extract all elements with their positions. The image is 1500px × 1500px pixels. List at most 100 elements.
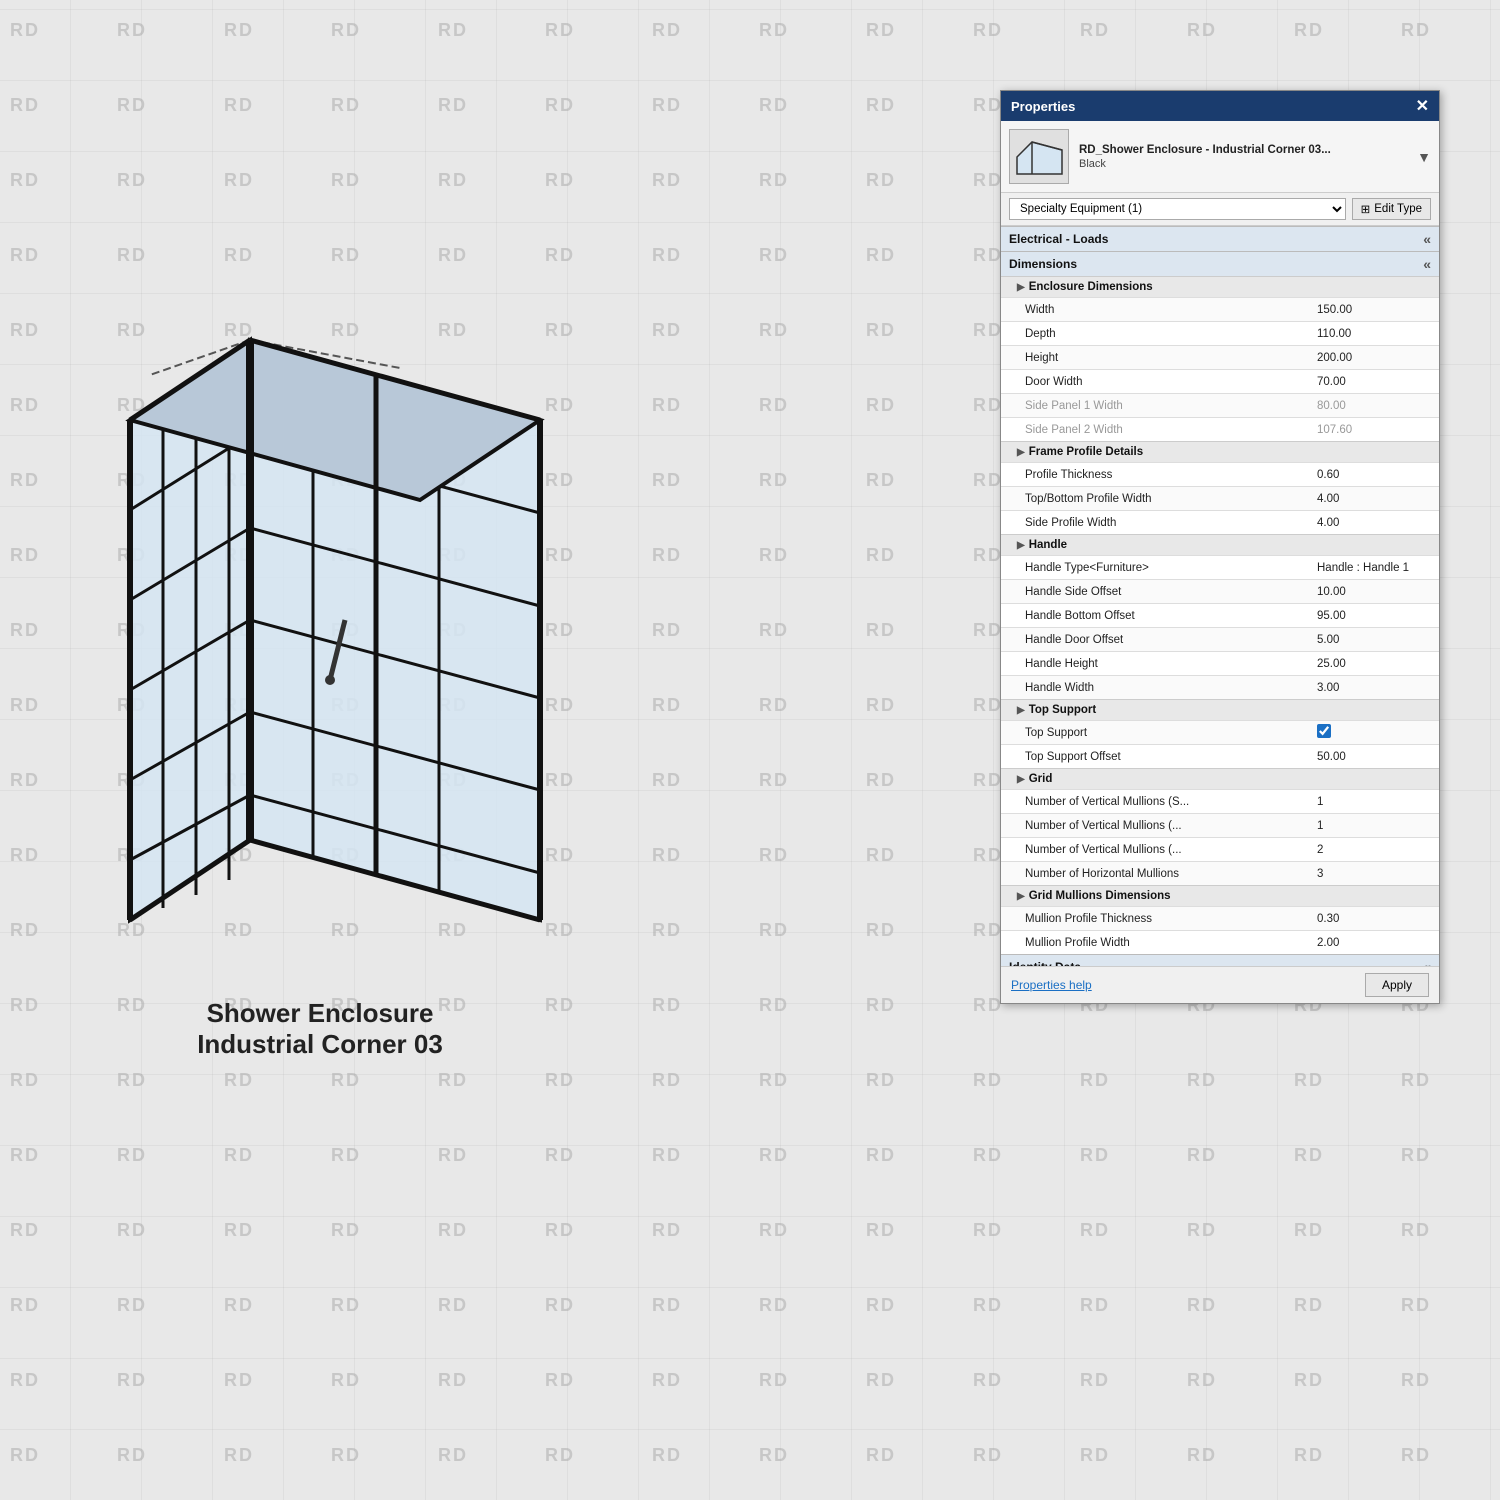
watermark-rd: RD — [866, 1295, 896, 1316]
subsection-handle[interactable]: ▶ Handle — [1001, 534, 1439, 555]
prop-label-side-panel-1: Side Panel 1 Width — [1025, 400, 1311, 412]
properties-scroll-area[interactable]: Electrical - Loads « Dimensions « ▶ Encl… — [1001, 226, 1439, 966]
subsection-top-support[interactable]: ▶ Top Support — [1001, 699, 1439, 720]
watermark-rd: RD — [1401, 1070, 1431, 1091]
prop-label-profile-thickness: Profile Thickness — [1025, 469, 1311, 481]
watermark-rd: RD — [759, 20, 789, 41]
watermark-rd: RD — [759, 1220, 789, 1241]
prop-value-mullion-profile-width[interactable]: 2.00 — [1311, 937, 1431, 949]
watermark-rd: RD — [10, 920, 40, 941]
section-electrical-loads-label: Electrical - Loads — [1009, 232, 1108, 246]
watermark-rd: RD — [652, 245, 682, 266]
watermark-rd: RD — [224, 1220, 254, 1241]
edit-type-button[interactable]: ⊞ Edit Type — [1352, 198, 1431, 220]
apply-button[interactable]: Apply — [1365, 973, 1429, 997]
prop-label-num-vert-mullions-2: Number of Vertical Mullions (... — [1025, 844, 1311, 856]
panel-header: RD_Shower Enclosure - Industrial Corner … — [1001, 121, 1439, 193]
prop-value-handle-type[interactable]: Handle : Handle 1 — [1311, 562, 1431, 574]
prop-label-handle-width: Handle Width — [1025, 682, 1311, 694]
watermark-rd: RD — [1080, 1445, 1110, 1466]
watermark-rd: RD — [866, 470, 896, 491]
watermark-rd: RD — [1294, 1220, 1324, 1241]
watermark-rd: RD — [866, 995, 896, 1016]
prop-value-num-vert-mullions-2[interactable]: 2 — [1311, 844, 1431, 856]
prop-row-num-vert-mullions-2: Number of Vertical Mullions (... 2 — [1001, 837, 1439, 861]
header-dropdown-icon[interactable]: ▼ — [1417, 149, 1431, 165]
watermark-rd: RD — [973, 1145, 1003, 1166]
prop-value-profile-thickness[interactable]: 0.60 — [1311, 469, 1431, 481]
prop-label-door-width: Door Width — [1025, 376, 1311, 388]
prop-label-handle-type: Handle Type<Furniture> — [1025, 562, 1311, 574]
prop-row-mullion-profile-thickness: Mullion Profile Thickness 0.30 — [1001, 906, 1439, 930]
electrical-loads-collapse-icon: « — [1423, 231, 1431, 247]
watermark-rd: RD — [652, 470, 682, 491]
prop-row-top-support: Top Support — [1001, 720, 1439, 744]
watermark-rd: RD — [1080, 1370, 1110, 1391]
panel-titlebar: Properties ✕ — [1001, 91, 1439, 121]
category-selector[interactable]: Specialty Equipment (1) — [1009, 198, 1346, 220]
watermark-rd: RD — [866, 920, 896, 941]
subsection-frame-profile[interactable]: ▶ Frame Profile Details — [1001, 441, 1439, 462]
watermark-rd: RD — [759, 470, 789, 491]
top-support-label: Top Support — [1029, 704, 1097, 716]
section-identity-data[interactable]: Identity Data « — [1001, 954, 1439, 966]
watermark-rd: RD — [866, 1220, 896, 1241]
prop-value-top-bottom-profile-width[interactable]: 4.00 — [1311, 493, 1431, 505]
edit-type-icon: ⊞ — [1361, 202, 1371, 216]
prop-value-handle-side-offset[interactable]: 10.00 — [1311, 586, 1431, 598]
prop-value-handle-bottom-offset[interactable]: 95.00 — [1311, 610, 1431, 622]
component-name: RD_Shower Enclosure - Industrial Corner … — [1079, 144, 1407, 156]
prop-value-door-width[interactable]: 70.00 — [1311, 376, 1431, 388]
watermark-rd: RD — [117, 170, 147, 191]
prop-value-width[interactable]: 150.00 — [1311, 304, 1431, 316]
prop-row-handle-bottom-offset: Handle Bottom Offset 95.00 — [1001, 603, 1439, 627]
subsection-grid[interactable]: ▶ Grid — [1001, 768, 1439, 789]
watermark-rd: RD — [438, 170, 468, 191]
watermark-rd: RD — [10, 770, 40, 791]
watermark-rd: RD — [866, 95, 896, 116]
prop-value-num-horiz-mullions[interactable]: 3 — [1311, 868, 1431, 880]
close-icon[interactable]: ✕ — [1416, 96, 1429, 116]
subsection-enclosure-dimensions[interactable]: ▶ Enclosure Dimensions — [1001, 276, 1439, 297]
prop-value-side-profile-width[interactable]: 4.00 — [1311, 517, 1431, 529]
section-identity-data-label: Identity Data — [1009, 960, 1081, 966]
prop-value-height[interactable]: 200.00 — [1311, 352, 1431, 364]
prop-value-mullion-profile-thickness[interactable]: 0.30 — [1311, 913, 1431, 925]
prop-label-num-vert-mullions-s: Number of Vertical Mullions (S... — [1025, 796, 1311, 808]
watermark-rd: RD — [1401, 1445, 1431, 1466]
watermark-rd: RD — [1401, 1295, 1431, 1316]
prop-value-handle-height[interactable]: 25.00 — [1311, 658, 1431, 670]
watermark-rd: RD — [545, 995, 575, 1016]
prop-value-handle-door-offset[interactable]: 5.00 — [1311, 634, 1431, 646]
properties-help-link[interactable]: Properties help — [1011, 978, 1092, 992]
watermark-rd: RD — [759, 95, 789, 116]
watermark-rd: RD — [10, 995, 40, 1016]
watermark-rd: RD — [117, 20, 147, 41]
watermark-rd: RD — [10, 845, 40, 866]
subsection-grid-mullions[interactable]: ▶ Grid Mullions Dimensions — [1001, 885, 1439, 906]
top-support-checkbox[interactable] — [1317, 724, 1331, 738]
watermark-rd: RD — [10, 95, 40, 116]
watermark-rd: RD — [652, 695, 682, 716]
watermark-rd: RD — [759, 1295, 789, 1316]
watermark-rd: RD — [1294, 1070, 1324, 1091]
watermark-rd: RD — [866, 620, 896, 641]
watermark-rd: RD — [545, 1070, 575, 1091]
prop-value-depth[interactable]: 110.00 — [1311, 328, 1431, 340]
watermark-rd: RD — [1294, 1295, 1324, 1316]
prop-value-top-support-offset[interactable]: 50.00 — [1311, 751, 1431, 763]
watermark-rd: RD — [331, 1295, 361, 1316]
prop-row-handle-width: Handle Width 3.00 — [1001, 675, 1439, 699]
watermark-rd: RD — [10, 1070, 40, 1091]
watermark-rd: RD — [759, 545, 789, 566]
prop-value-num-vert-mullions-1[interactable]: 1 — [1311, 820, 1431, 832]
section-dimensions[interactable]: Dimensions « — [1001, 251, 1439, 276]
handle-arrow: ▶ — [1017, 540, 1025, 551]
prop-label-width: Width — [1025, 304, 1311, 316]
prop-value-handle-width[interactable]: 3.00 — [1311, 682, 1431, 694]
watermark-rd: RD — [10, 1295, 40, 1316]
watermark-rd: RD — [759, 395, 789, 416]
prop-value-num-vert-mullions-s[interactable]: 1 — [1311, 796, 1431, 808]
section-electrical-loads[interactable]: Electrical - Loads « — [1001, 226, 1439, 251]
watermark-rd: RD — [1401, 20, 1431, 41]
